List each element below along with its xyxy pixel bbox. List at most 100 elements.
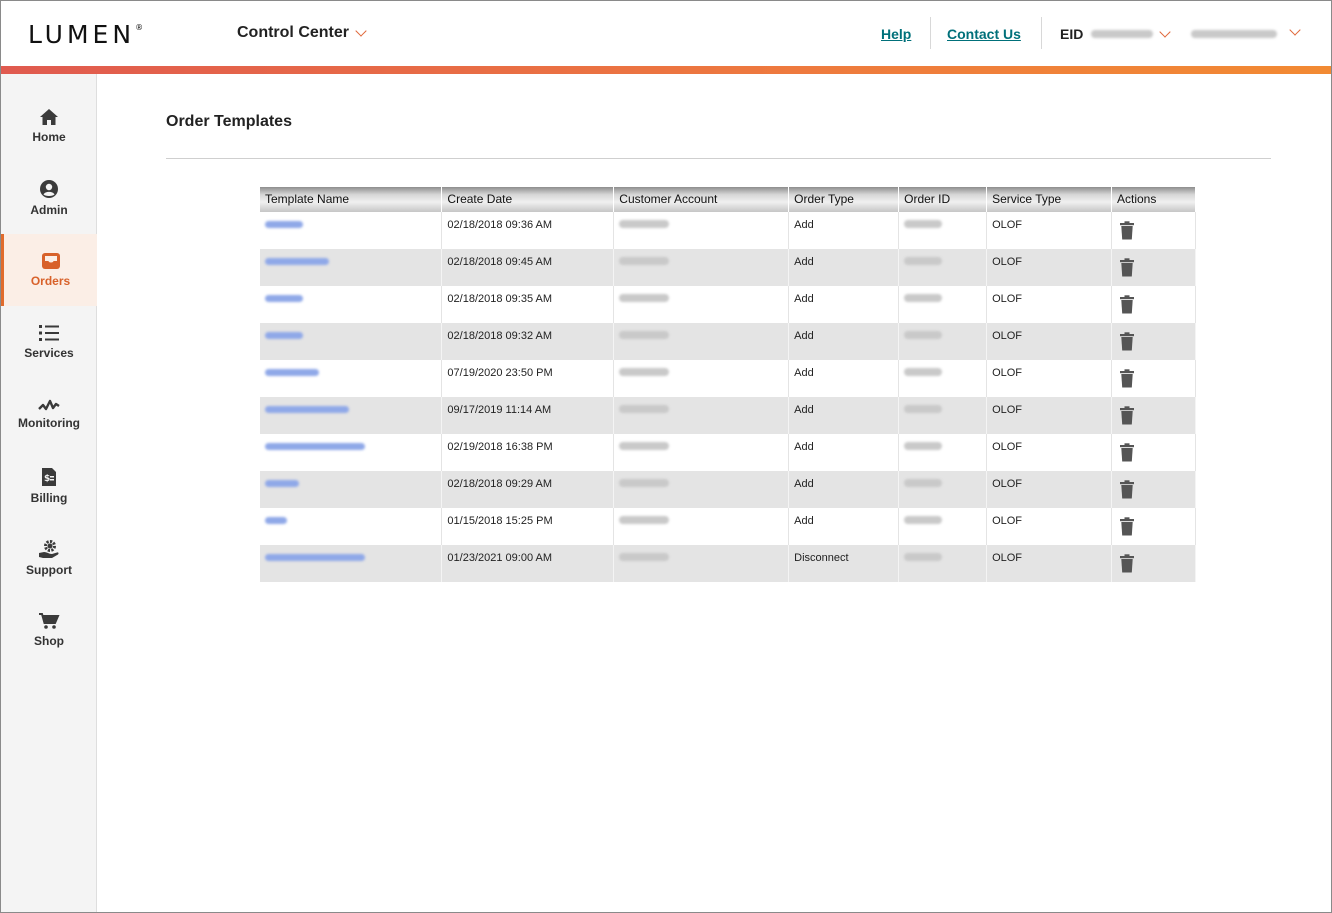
service-type-cell: OLOF <box>986 545 1112 582</box>
template-name-link-redacted[interactable] <box>265 554 365 561</box>
trash-icon[interactable] <box>1119 221 1135 240</box>
trash-icon[interactable] <box>1119 443 1135 462</box>
app-window: LUMEN® Control Center Help Contact Us EI… <box>0 0 1332 913</box>
create-date-cell: 01/15/2018 15:25 PM <box>441 508 615 545</box>
trash-icon[interactable] <box>1119 406 1135 425</box>
trash-icon[interactable] <box>1119 332 1135 351</box>
column-header-order-id[interactable]: Order ID <box>898 187 988 212</box>
service-type-cell: OLOF <box>986 471 1112 508</box>
sidebar-item-admin[interactable]: Admin <box>1 162 97 234</box>
order-id-redacted <box>904 220 943 228</box>
order-id-redacted <box>904 442 943 450</box>
service-type-cell: OLOF <box>986 434 1112 471</box>
sidebar-nav: Home Admin Orders Services Monitoring $ … <box>1 74 97 912</box>
service-type-cell: OLOF <box>986 249 1112 286</box>
logo-text: LUMEN <box>28 20 136 49</box>
template-name-link-redacted[interactable] <box>265 517 287 524</box>
create-date-cell: 02/18/2018 09:35 AM <box>441 286 615 323</box>
trash-icon[interactable] <box>1119 295 1135 314</box>
template-name-link-redacted[interactable] <box>265 480 299 487</box>
template-name-link-redacted[interactable] <box>265 258 329 265</box>
order-type-cell: Add <box>788 323 900 360</box>
column-header-customer-account[interactable]: Customer Account <box>613 187 790 212</box>
sidebar-item-label: Shop <box>34 634 64 648</box>
order-id-redacted <box>904 294 943 302</box>
column-header-service-type[interactable]: Service Type <box>986 187 1112 212</box>
table-row: 09/17/2019 11:14 AM Add OLOF <box>260 397 1196 434</box>
top-header: LUMEN® Control Center Help Contact Us EI… <box>1 1 1331 66</box>
customer-account-cell <box>613 323 790 360</box>
chevron-down-icon <box>355 24 367 37</box>
template-name-link-redacted[interactable] <box>265 221 303 228</box>
control-center-menu[interactable]: Control Center <box>237 24 367 42</box>
sidebar-item-monitoring[interactable]: Monitoring <box>1 378 97 450</box>
table-row: 07/19/2020 23:50 PM Add OLOF <box>260 360 1196 397</box>
customer-account-redacted <box>619 479 670 487</box>
column-header-template-name[interactable]: Template Name <box>260 187 443 212</box>
template-name-cell[interactable] <box>260 249 443 286</box>
template-name-link-redacted[interactable] <box>265 443 365 450</box>
customer-account-cell <box>613 471 790 508</box>
column-header-order-type[interactable]: Order Type <box>788 187 900 212</box>
trash-icon[interactable] <box>1119 517 1135 536</box>
template-name-cell[interactable] <box>260 508 443 545</box>
table-row: 02/19/2018 16:38 PM Add OLOF <box>260 434 1196 471</box>
create-date-cell: 02/18/2018 09:32 AM <box>441 323 615 360</box>
customer-account-redacted <box>619 220 670 228</box>
template-name-link-redacted[interactable] <box>265 406 349 413</box>
order-id-cell <box>898 508 988 545</box>
template-name-cell[interactable] <box>260 397 443 434</box>
user-menu[interactable] <box>1191 24 1301 38</box>
create-date-cell: 02/18/2018 09:29 AM <box>441 471 615 508</box>
order-type-cell: Add <box>788 508 900 545</box>
trash-icon[interactable] <box>1119 554 1135 573</box>
contact-us-link[interactable]: Contact Us <box>947 26 1021 42</box>
order-id-redacted <box>904 331 943 339</box>
template-name-cell[interactable] <box>260 545 443 582</box>
pulse-icon <box>38 399 60 411</box>
template-name-cell[interactable] <box>260 471 443 508</box>
chevron-down-icon <box>1159 25 1172 38</box>
customer-account-cell <box>613 212 790 249</box>
sidebar-item-support[interactable]: Support <box>1 522 97 594</box>
sidebar-item-label: Billing <box>30 491 68 505</box>
template-name-cell[interactable] <box>260 286 443 323</box>
sidebar-item-orders[interactable]: Orders <box>1 234 97 306</box>
sidebar-item-home[interactable]: Home <box>1 90 97 162</box>
customer-account-cell <box>613 434 790 471</box>
template-name-link-redacted[interactable] <box>265 332 303 339</box>
table-row: 01/23/2021 09:00 AM Disconnect OLOF <box>260 545 1196 582</box>
trash-icon[interactable] <box>1119 480 1135 499</box>
trash-icon[interactable] <box>1119 258 1135 277</box>
order-id-cell <box>898 397 988 434</box>
sidebar-item-label: Orders <box>30 274 71 288</box>
customer-account-cell <box>613 360 790 397</box>
eid-selector[interactable]: EID <box>1060 25 1172 42</box>
home-icon <box>40 109 58 125</box>
template-name-cell[interactable] <box>260 360 443 397</box>
lumen-logo[interactable]: LUMEN® <box>28 20 143 49</box>
order-id-redacted <box>904 405 943 413</box>
sidebar-item-shop[interactable]: Shop <box>1 594 97 666</box>
template-name-cell[interactable] <box>260 323 443 360</box>
column-header-create-date[interactable]: Create Date <box>441 187 615 212</box>
sidebar-item-services[interactable]: Services <box>1 306 97 378</box>
create-date-cell: 02/18/2018 09:45 AM <box>441 249 615 286</box>
table-row: 02/18/2018 09:45 AM Add OLOF <box>260 249 1196 286</box>
service-type-cell: OLOF <box>986 323 1112 360</box>
customer-account-redacted <box>619 294 670 302</box>
header-divider <box>1041 17 1042 49</box>
sidebar-item-label: Support <box>26 563 72 577</box>
help-link[interactable]: Help <box>881 26 911 42</box>
list-icon <box>39 325 59 341</box>
template-name-cell[interactable] <box>260 212 443 249</box>
actions-cell <box>1111 397 1196 434</box>
template-name-link-redacted[interactable] <box>265 369 319 376</box>
template-name-cell[interactable] <box>260 434 443 471</box>
trash-icon[interactable] <box>1119 369 1135 388</box>
chevron-down-icon <box>1289 24 1301 36</box>
gear-hand-icon <box>39 540 59 558</box>
sidebar-item-billing[interactable]: $ Billing <box>1 450 97 522</box>
template-name-link-redacted[interactable] <box>265 295 303 302</box>
order-type-cell: Add <box>788 360 900 397</box>
